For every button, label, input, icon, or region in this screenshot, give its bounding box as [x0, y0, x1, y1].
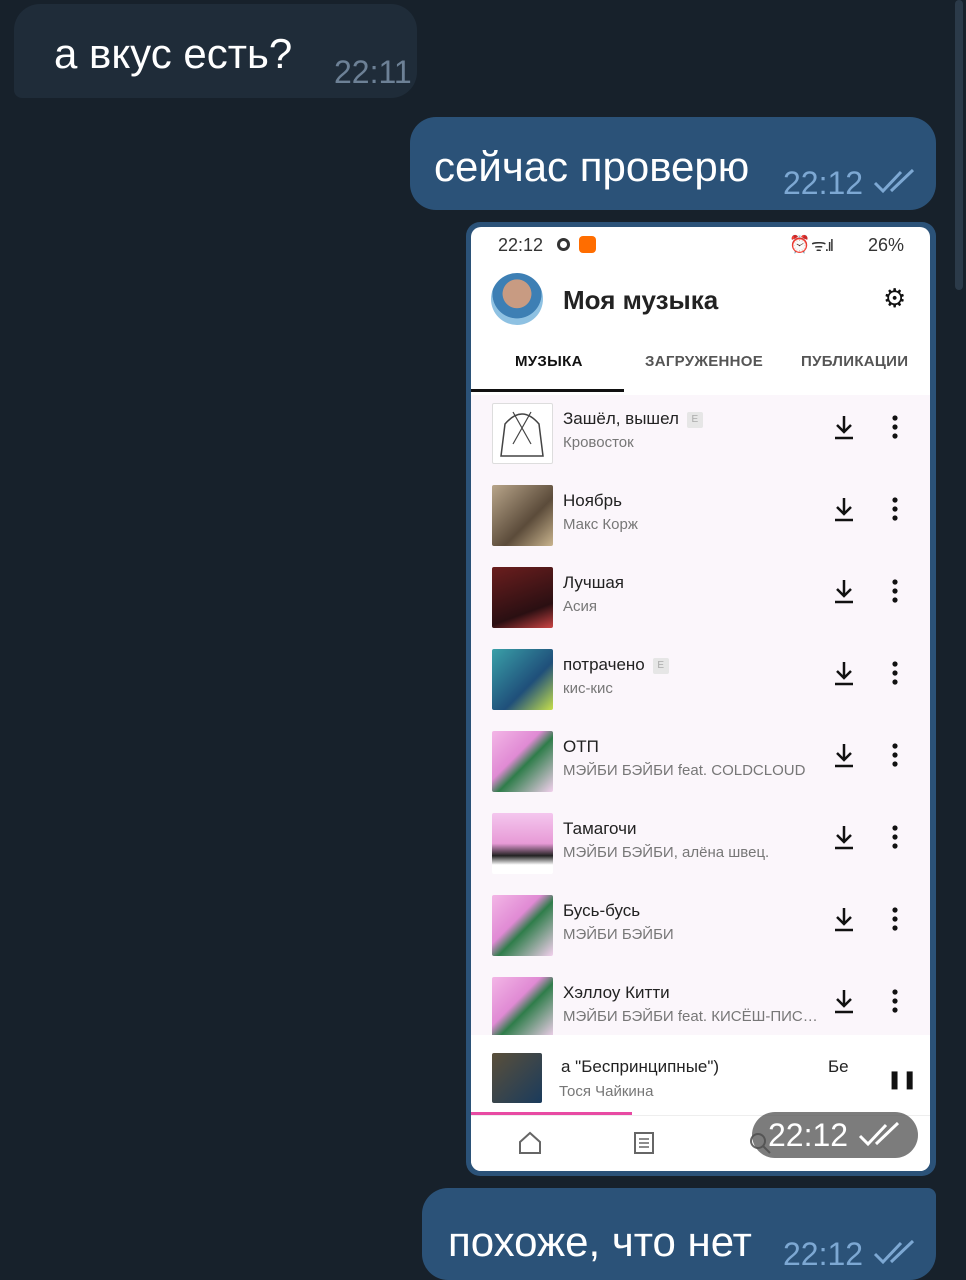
page-title: Моя музыка	[563, 285, 719, 315]
screenshot-message[interactable]: 22:12 ⏰ ᯤ.ıl 26% Моя музыка ⚙ МУЗЫКА ЗАГ…	[466, 222, 936, 1176]
download-icon[interactable]	[833, 987, 855, 1015]
album-cover	[492, 403, 553, 464]
explicit-badge: E	[652, 658, 669, 674]
message-text: похоже, что нет	[448, 1218, 752, 1265]
album-cover	[492, 731, 553, 792]
record-icon	[557, 238, 570, 251]
track-row[interactable]: Зашёл, вышел E Кровосток	[471, 395, 930, 477]
now-playing-artist: Тося Чайкина	[559, 1083, 654, 1100]
message-text: а вкус есть?	[54, 30, 293, 77]
double-check-icon	[873, 169, 915, 194]
message-text: сейчас проверю	[434, 143, 750, 190]
download-icon[interactable]	[833, 495, 855, 523]
message-time: 22:12	[768, 1117, 849, 1153]
track-title: Хэллоу Китти	[563, 983, 670, 1002]
outgoing-message[interactable]: похоже, что нет 22:12	[422, 1188, 936, 1280]
app-header: Моя музыка ⚙	[471, 263, 930, 335]
track-artist: МЭЙБИ БЭЙБИ	[563, 926, 674, 943]
track-row[interactable]: Хэллоу Китти МЭЙБИ БЭЙБИ feat. КИСЁШ-ПИС…	[471, 969, 930, 1035]
track-row[interactable]: Ноябрь Макс Корж	[471, 477, 930, 559]
pause-icon[interactable]: ❚❚	[887, 1069, 917, 1090]
track-row[interactable]: Тамагочи МЭЙБИ БЭЙБИ, алёна швец.	[471, 805, 930, 887]
message-time: 22:12	[783, 165, 864, 201]
status-bar: 22:12 ⏰ ᯤ.ıl 26%	[471, 227, 930, 263]
download-icon[interactable]	[833, 413, 855, 441]
album-cover	[492, 485, 553, 546]
track-title: Тамагочи	[563, 819, 637, 838]
more-icon[interactable]	[884, 413, 906, 441]
battery-level: 26%	[867, 235, 904, 255]
download-icon[interactable]	[833, 823, 855, 851]
download-icon[interactable]	[833, 905, 855, 933]
outgoing-message[interactable]: сейчас проверю 22:12	[410, 117, 936, 210]
tab-bar: МУЗЫКА ЗАГРУЖЕННОЕ ПУБЛИКАЦИИ	[471, 337, 930, 395]
now-playing-title: а "Беспринципные")	[561, 1057, 720, 1076]
status-time: 22:12	[498, 235, 544, 255]
track-title: ОТП	[563, 737, 599, 756]
track-artist: Кровосток	[563, 434, 634, 451]
track-row[interactable]: Лучшая Асия	[471, 559, 930, 641]
explicit-badge: E	[686, 412, 703, 428]
track-title: Лучшая	[563, 573, 625, 592]
more-icon[interactable]	[884, 495, 906, 523]
track-title: Ноябрь	[563, 491, 622, 510]
track-title: Зашёл, вышел E	[563, 409, 703, 429]
double-check-icon	[858, 1122, 900, 1147]
track-title: потрачено E	[563, 655, 669, 675]
album-cover	[492, 813, 553, 874]
feed-icon[interactable]	[631, 1130, 657, 1156]
album-cover	[492, 977, 553, 1035]
more-icon[interactable]	[884, 905, 906, 933]
more-icon[interactable]	[884, 577, 906, 605]
tab-publications[interactable]: ПУБЛИКАЦИИ	[801, 353, 908, 370]
screenshot-time-badge: 22:12	[752, 1112, 918, 1158]
track-row[interactable]: потрачено E кис-кис	[471, 641, 930, 723]
track-title: Бусь-бусь	[563, 901, 641, 920]
avatar[interactable]	[491, 273, 543, 325]
more-icon[interactable]	[884, 741, 906, 769]
track-artist: МЭЙБИ БЭЙБИ feat. КИСЁШ-ПИС…	[563, 1008, 818, 1025]
music-app-screenshot: 22:12 ⏰ ᯤ.ıl 26% Моя музыка ⚙ МУЗЫКА ЗАГ…	[471, 227, 930, 1171]
album-cover	[492, 649, 553, 710]
download-icon[interactable]	[833, 741, 855, 769]
track-artist: кис-кис	[563, 680, 613, 697]
chat-scrollbar[interactable]	[955, 0, 963, 290]
active-tab-indicator	[471, 389, 624, 392]
now-playing-title-scroll: Бе	[828, 1057, 849, 1076]
track-row[interactable]: Бусь-бусь МЭЙБИ БЭЙБИ	[471, 887, 930, 969]
download-icon[interactable]	[833, 659, 855, 687]
track-artist: МЭЙБИ БЭЙБИ feat. COLDCLOUD	[563, 762, 806, 779]
alarm-icon: ⏰	[789, 235, 811, 254]
album-cover	[492, 895, 553, 956]
album-cover	[492, 567, 553, 628]
download-icon[interactable]	[833, 577, 855, 605]
track-list: Зашёл, вышел E Кровосток Ноябрь Макс Корж…	[471, 395, 930, 1035]
more-icon[interactable]	[884, 823, 906, 851]
home-icon[interactable]	[517, 1130, 543, 1156]
incoming-message[interactable]: а вкус есть? 22:11	[14, 4, 417, 98]
track-row[interactable]: ОТП МЭЙБИ БЭЙБИ feat. COLDCLOUD	[471, 723, 930, 805]
more-icon[interactable]	[884, 987, 906, 1015]
more-icon[interactable]	[884, 659, 906, 687]
gear-icon[interactable]: ⚙	[883, 283, 906, 314]
tab-music[interactable]: МУЗЫКА	[515, 353, 583, 370]
mini-player[interactable]: а "Беспринципные") Бе Тося Чайкина ❚❚	[471, 1045, 930, 1113]
app-notification-icon	[579, 236, 596, 253]
track-artist: МЭЙБИ БЭЙБИ, алёна швец.	[563, 844, 770, 861]
now-playing-cover	[492, 1053, 542, 1103]
track-artist: Макс Корж	[563, 516, 638, 533]
tab-downloaded[interactable]: ЗАГРУЖЕННОЕ	[645, 353, 763, 370]
double-check-icon	[873, 1240, 915, 1265]
track-artist: Асия	[563, 598, 598, 615]
wifi-signal-icon: ᯤ.ıl	[811, 236, 834, 255]
message-time: 22:11	[334, 54, 412, 90]
message-time: 22:12	[783, 1236, 864, 1272]
